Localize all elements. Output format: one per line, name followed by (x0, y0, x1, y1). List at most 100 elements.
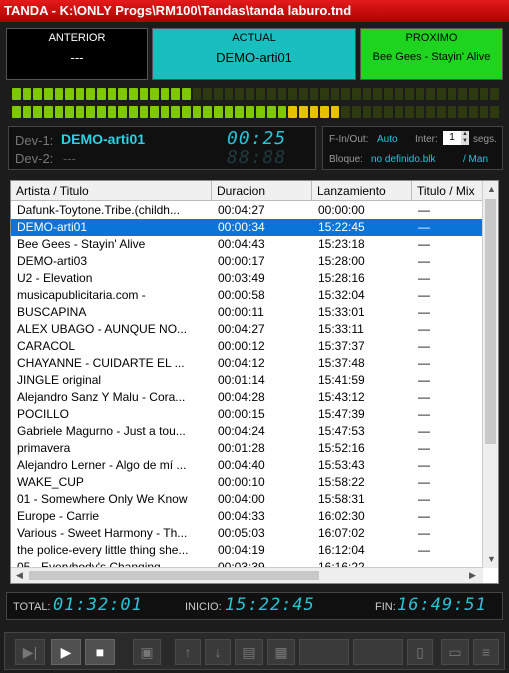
table-row[interactable]: CARACOL 00:00:12 15:37:37 — (11, 338, 483, 355)
inter-input[interactable]: 1 (443, 131, 461, 145)
folder-icon[interactable]: ▭ (441, 639, 469, 665)
table-row[interactable]: WAKE_CUP 00:00:10 15:58:22 — (11, 474, 483, 491)
fin-label: FIN: (375, 601, 396, 613)
column-header[interactable]: Duracion (212, 181, 312, 201)
table-cell: 00:04:19 (218, 543, 265, 557)
horizontal-scroll-thumb[interactable] (29, 571, 319, 580)
bloque-value[interactable]: no definido.blk (371, 154, 436, 165)
inicio-value: 15:22:45 (225, 595, 315, 615)
device-panel: Dev-1: DEMO-arti01 00:25 Dev-2: --- 88:8… (8, 126, 316, 170)
meter-segment (139, 88, 149, 100)
table-cell: 00:00:12 (218, 339, 265, 353)
table-cell: 15:23:18 (318, 237, 365, 251)
meter-segment (150, 106, 159, 118)
table-row[interactable]: the police-every little thing she... 00:0… (11, 542, 483, 559)
scroll-left-icon[interactable]: ◀ (16, 570, 23, 581)
table-cell: 15:37:48 (318, 356, 365, 370)
meter-segment (468, 106, 478, 118)
meter-segment (383, 106, 393, 118)
table-row[interactable]: Alejandro Lerner - Algo de mí ... 00:04:4… (11, 457, 483, 474)
table-row[interactable]: ALEX UBAGO - AUNQUE NO... 00:04:27 15:33:1… (11, 321, 483, 338)
table-body: Dafunk-Toytone.Tribe.(childh... 00:04:27 0… (11, 202, 483, 568)
table-row[interactable]: Various - Sweet Harmony - Th... 00:05:03 1… (11, 525, 483, 542)
meter-segment (192, 106, 202, 118)
meter-segment (256, 88, 265, 100)
table-cell: 00:04:33 (218, 509, 265, 523)
box-icon[interactable]: ▣ (133, 639, 161, 665)
meter-segment (415, 88, 425, 100)
table-cell: 00:00:34 (218, 220, 265, 234)
meter-segment (458, 106, 467, 118)
current-value: DEMO-arti01 (216, 50, 292, 65)
table-row[interactable]: DEMO-arti03 00:00:17 15:28:00 — (11, 253, 483, 270)
column-header[interactable]: Artista / Titulo (11, 181, 212, 201)
dev2-time: 88:88 (227, 147, 287, 168)
vertical-scroll-thumb[interactable] (485, 199, 496, 444)
scroll-down-icon[interactable]: ▼ (487, 554, 496, 564)
stop-icon[interactable]: ■ (85, 639, 115, 665)
table-cell: 16:02:30 (318, 509, 365, 523)
scroll-up-icon[interactable]: ▲ (487, 184, 496, 194)
delete-icon[interactable]: ▤ (235, 639, 263, 665)
table-cell: 15:47:53 (318, 424, 365, 438)
table-row[interactable]: Bee Gees - Stayin' Alive 00:04:43 15:23:18… (11, 236, 483, 253)
table-row[interactable]: primavera 00:01:28 15:52:16 — (11, 440, 483, 457)
table-row[interactable]: musicapublicitaria.com - 00:00:58 15:32:04… (11, 287, 483, 304)
table-row[interactable]: U2 - Elevation 00:03:49 15:28:16 — (11, 270, 483, 287)
meter-segment (437, 106, 446, 118)
previous-panel: ANTERIOR --- (6, 28, 148, 80)
meter-segment (107, 106, 117, 118)
grid-icon[interactable]: ▦ (267, 639, 295, 665)
table-row[interactable]: CHAYANNE - CUIDARTE EL ... 00:04:12 15:37:… (11, 355, 483, 372)
meter-segment (12, 106, 21, 118)
table-cell: 15:58:22 (318, 475, 365, 489)
table-cell: the police-every little thing she... (17, 543, 189, 557)
meter-segment (309, 106, 319, 118)
totals-panel: TOTAL: 01:32:01 INICIO: 15:22:45 FIN: 16… (6, 592, 503, 620)
inicio-label: INICIO: (185, 601, 222, 613)
meter-segment (479, 88, 489, 100)
meter-segment (267, 106, 276, 118)
scroll-right-icon[interactable]: ▶ (469, 570, 476, 581)
table-row[interactable]: 01 - Somewhere Only We Know 00:04:00 15:58… (11, 491, 483, 508)
table-row[interactable]: Dafunk-Toytone.Tribe.(childh... 00:04:27 0… (11, 202, 483, 219)
table-row[interactable]: POCILLO 00:00:15 15:47:39 — (11, 406, 483, 423)
table-cell: DEMO-arti03 (17, 254, 88, 268)
blank-button[interactable] (353, 639, 403, 665)
table-cell: — (418, 475, 430, 489)
list-icon[interactable]: ≡ (473, 639, 499, 665)
horizontal-scrollbar[interactable]: ◀ ▶ (11, 567, 483, 583)
table-row[interactable]: JINGLE original 00:01:14 15:41:59 — (11, 372, 483, 389)
skip-end-icon[interactable]: ▶| (15, 639, 45, 665)
page-icon[interactable]: ▯ (407, 639, 433, 665)
table-row[interactable]: DEMO-arti01 00:00:34 15:22:45 — (11, 219, 483, 236)
meter-segment (33, 88, 42, 100)
arrow-down-icon[interactable]: ↓ (205, 639, 231, 665)
mode-value[interactable]: / Man (463, 154, 488, 165)
meter-segment (107, 88, 117, 100)
blank-button[interactable] (299, 639, 349, 665)
playlist-table[interactable]: Artista / Titulo Duracion Lanzamiento Ti… (10, 180, 499, 584)
column-header[interactable]: Lanzamiento (312, 181, 412, 201)
table-row[interactable]: BUSCAPINA 00:00:11 15:33:01 — (11, 304, 483, 321)
table-row[interactable]: Alejandro Sanz Y Malu - Cora... 00:04:28 1… (11, 389, 483, 406)
column-header[interactable]: Titulo / Mix (412, 181, 483, 201)
table-cell: 01 - Somewhere Only We Know (17, 492, 188, 506)
dev2-label: Dev-2: (15, 151, 54, 166)
table-cell: U2 - Elevation (17, 271, 93, 285)
fade-value[interactable]: Auto (377, 134, 398, 145)
table-cell: — (418, 254, 430, 268)
table-row[interactable]: Europe - Carrie 00:04:33 16:02:30 — (11, 508, 483, 525)
meter-segment (309, 88, 319, 100)
meter-segment (118, 88, 127, 100)
table-cell: CHAYANNE - CUIDARTE EL ... (17, 356, 185, 370)
meter-segment (182, 88, 191, 100)
play-icon[interactable]: ▶ (51, 639, 81, 665)
fin-value: 16:49:51 (397, 595, 487, 615)
vertical-scrollbar[interactable]: ▲ ▼ (482, 181, 498, 568)
meter-segment (97, 88, 106, 100)
inter-spinner[interactable]: ▲ ▼ (461, 131, 469, 145)
table-row[interactable]: Gabriele Magurno - Just a tou... 00:04:24… (11, 423, 483, 440)
arrow-up-icon[interactable]: ↑ (175, 639, 201, 665)
table-cell: — (418, 543, 430, 557)
